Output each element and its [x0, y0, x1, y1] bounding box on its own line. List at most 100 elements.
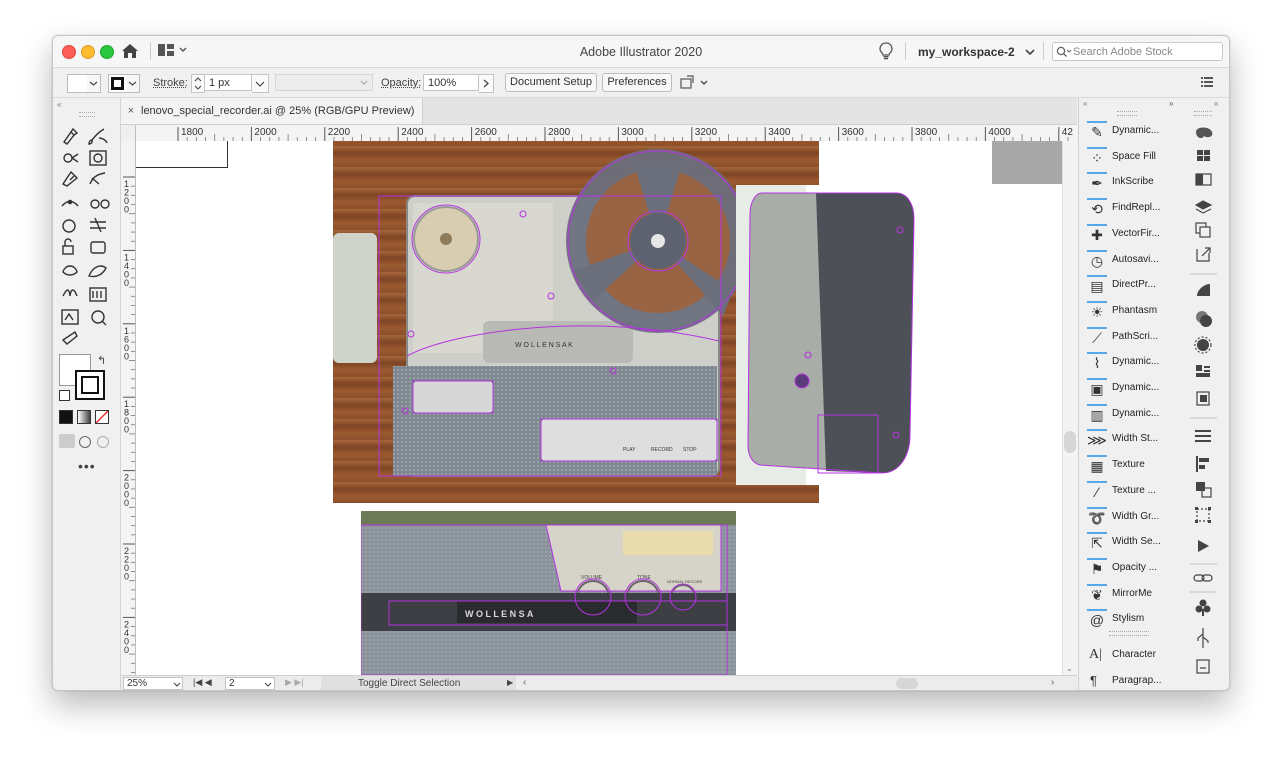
dock-grip[interactable]	[1194, 111, 1212, 116]
plugin-item[interactable]: ⇱ Width Se...	[1079, 530, 1178, 555]
plugin-item[interactable]: ⟲ FindRepl...	[1079, 196, 1178, 221]
fill-dropdown[interactable]	[87, 74, 101, 93]
search-icon	[1056, 46, 1072, 61]
plugin-item-label: Dynamic...	[1112, 407, 1160, 419]
stroke-label[interactable]: Stroke:	[153, 77, 188, 89]
status-menu-icon[interactable]: ▶	[507, 678, 513, 687]
plugin-item[interactable]: ▥ Dynamic...	[1079, 402, 1178, 427]
next-artboard-icon[interactable]: ▶ ▶|	[285, 677, 304, 688]
plugin-item[interactable]: ✚ VectorFir...	[1079, 222, 1178, 247]
variable-width-profile[interactable]	[275, 74, 373, 91]
scroll-right-icon[interactable]: ›	[1051, 677, 1054, 688]
plugin-item[interactable]: ⋙ Width St...	[1079, 427, 1178, 452]
tools-panel: « ↰ •••	[53, 98, 121, 690]
ink-pen-icon: ✒	[1087, 172, 1107, 194]
stock-search-input[interactable]: Search Adobe Stock	[1052, 42, 1223, 61]
tool-icons[interactable]	[59, 126, 115, 346]
stroke-dropdown[interactable]	[126, 74, 140, 93]
opacity-input[interactable]: 100%	[423, 74, 479, 91]
recorder-front-photo[interactable]: W O L L E N S A VOLUME TONE NORMAL RECOR…	[361, 511, 736, 675]
plugin-item[interactable]: ➰ Width Gr...	[1079, 505, 1178, 530]
horizontal-ruler[interactable]: 1800 2000 2200 2400 2600 2800 3000 3200 3400 3600…	[121, 125, 1077, 142]
panel-menu-icon[interactable]	[1201, 77, 1213, 90]
opacity-label[interactable]: Opacity:	[381, 77, 421, 89]
plugin-item[interactable]: ▦ Texture	[1079, 453, 1178, 478]
plugin-item[interactable]: ⚑ Opacity ...	[1079, 556, 1178, 581]
expand-dock-icon[interactable]: «	[1214, 99, 1218, 108]
chevron-down-icon[interactable]	[1025, 47, 1035, 59]
toolbar-grip[interactable]	[79, 112, 95, 117]
horizontal-scroll-thumb[interactable]	[896, 678, 918, 689]
width-stroke-icon: ⋙	[1087, 429, 1107, 451]
vertical-ruler[interactable]: 1200 1400 1600 1800 2000 2200 2400	[121, 141, 136, 675]
recorder-side-photo[interactable]	[736, 185, 928, 485]
draw-normal-icon[interactable]	[59, 434, 75, 448]
ruler-ticks: 1800 2000 2200 2400 2600 2800 3000 3200 3400 3600…	[177, 127, 1073, 141]
plugin-item-label: Autosavi...	[1112, 253, 1159, 265]
plugin-item[interactable]: ☀ Phantasm	[1079, 299, 1178, 324]
paragraph-panel-tab[interactable]: ¶ Paragrap...	[1079, 669, 1178, 690]
zoom-dropdown-icon[interactable]	[173, 680, 181, 690]
panel-grip[interactable]	[1117, 111, 1137, 116]
stroke-weight-input[interactable]: 1 px	[204, 74, 252, 91]
plugin-item[interactable]: @ Stylism	[1079, 607, 1178, 632]
workspace-switcher[interactable]: my_workspace-2	[918, 45, 1015, 59]
plugin-item[interactable]: ❦ MirrorMe	[1079, 582, 1178, 607]
stroke-weight-dropdown[interactable]	[252, 74, 269, 93]
edit-toolbar-icon[interactable]: •••	[78, 458, 96, 474]
plugin-item-label: VectorFir...	[1112, 227, 1160, 239]
plus-icon: ✚	[1087, 223, 1107, 246]
document-tab[interactable]: × lenovo_special_recorder.ai @ 25% (RGB/G…	[121, 98, 424, 124]
default-colors-icon[interactable]	[59, 390, 70, 401]
plugin-item[interactable]: ⁘ Space Fill	[1079, 145, 1178, 170]
character-panel-tab[interactable]: A| Character	[1079, 643, 1178, 668]
scroll-left-icon[interactable]: ‹	[523, 677, 526, 688]
first-artboard-icon[interactable]: |◀ ◀	[193, 677, 212, 688]
panel-grip[interactable]	[1109, 631, 1149, 636]
plugin-item[interactable]: ▣ Dynamic...	[1079, 376, 1178, 401]
collapse-panel-icon[interactable]: «	[1083, 99, 1087, 108]
stroke-swatch[interactable]	[108, 74, 127, 93]
path-script-icon: ⟋	[1087, 326, 1107, 349]
scroll-down-icon[interactable]: ⌄	[1066, 664, 1073, 673]
plugin-item-label: Space Fill	[1112, 150, 1156, 162]
preferences-button[interactable]: Preferences	[602, 73, 672, 92]
key-label-record: RECORD	[651, 447, 673, 453]
ruler-origin[interactable]	[121, 125, 136, 142]
none-mode-icon[interactable]	[95, 410, 109, 424]
collapse-toolbar-icon[interactable]: «	[57, 100, 61, 109]
ruler-label: 2400	[124, 619, 129, 655]
close-panel-icon[interactable]: »	[1169, 99, 1173, 108]
status-bar: 25% |◀ ◀ 2 ▶ ▶| Toggle Direct Selection …	[121, 675, 1077, 690]
document-setup-button[interactable]: Document Setup	[505, 73, 597, 92]
nameplate-text: W O L L E N S A K	[515, 342, 573, 349]
close-tab-icon[interactable]: ×	[121, 98, 141, 124]
dock-icons[interactable]	[1178, 120, 1229, 690]
control-bar: Stroke: 1 px Opacity: 100% Document Setu…	[53, 68, 1229, 98]
vertical-scrollbar[interactable]: ⌄	[1062, 141, 1078, 675]
lightbulb-icon[interactable]	[879, 42, 893, 63]
stroke-color-swatch[interactable]	[75, 370, 105, 400]
mirror-butterfly-icon: ❦	[1087, 583, 1107, 606]
plugin-item[interactable]: ✒ InkScribe	[1079, 170, 1178, 195]
placeholder-image[interactable]	[992, 141, 1062, 184]
vertical-scroll-thumb[interactable]	[1064, 431, 1076, 453]
plugin-item[interactable]: ✎ Dynamic...	[1079, 119, 1178, 144]
draw-inside-icon[interactable]	[97, 436, 109, 448]
stroke-stepper[interactable]	[191, 74, 205, 93]
opacity-arrow-button[interactable]	[479, 74, 494, 93]
draw-behind-icon[interactable]	[79, 436, 91, 448]
artboard-canvas[interactable]: W O L L E N S A K PLAY RECORD STOP W O L…	[136, 141, 1062, 675]
ruler-label: 1200	[124, 179, 129, 215]
plugin-item[interactable]: ▤ DirectPr...	[1079, 273, 1178, 298]
color-mode-icon[interactable]	[59, 410, 73, 424]
plugin-item[interactable]: ⁄ Texture ...	[1079, 479, 1178, 504]
swap-colors-icon[interactable]: ↰	[97, 354, 106, 367]
fill-swatch[interactable]	[67, 74, 89, 93]
gradient-mode-icon[interactable]	[77, 410, 91, 424]
arrange-icon[interactable]	[679, 75, 711, 94]
artboard-dropdown-icon[interactable]	[264, 680, 272, 690]
plugin-item[interactable]: ⟋ PathScri...	[1079, 325, 1178, 350]
plugin-item[interactable]: ⌇ Dynamic...	[1079, 350, 1178, 375]
plugin-item[interactable]: ◷ Autosavi...	[1079, 248, 1178, 273]
